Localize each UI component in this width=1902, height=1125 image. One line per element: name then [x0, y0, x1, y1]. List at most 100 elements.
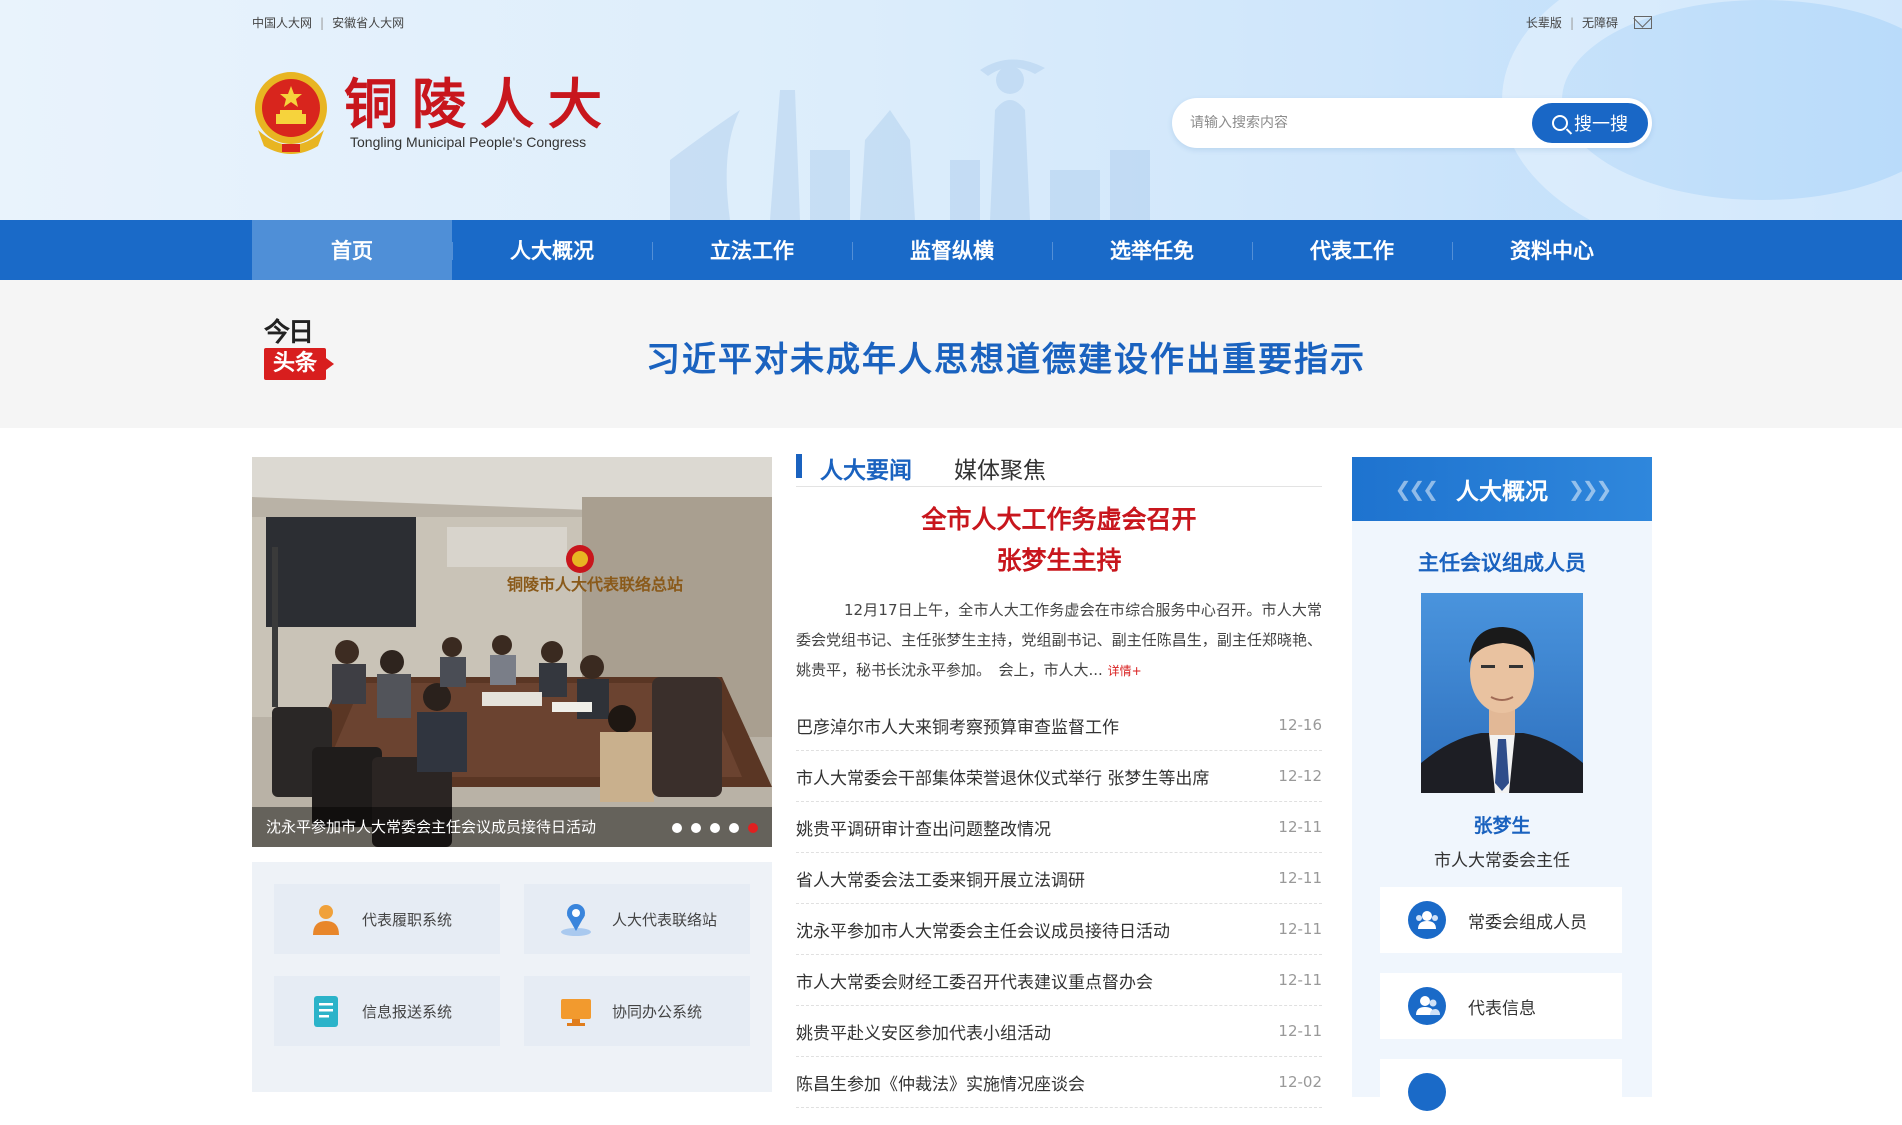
news-item-title: 省人大常委会法工委来铜开展立法调研 — [796, 870, 1085, 891]
news-tabs: 人大要闻 媒体聚焦 — [796, 453, 1322, 487]
news-item-date: 12-11 — [1278, 920, 1322, 938]
header: 中国人大网 | 安徽省人大网 长辈版 | 无障碍 铜陵人大 Tongling M… — [0, 0, 1902, 220]
quick-link-label: 代表履职系统 — [362, 910, 453, 929]
nav-item-supervision[interactable]: 监督纵横 — [852, 220, 1052, 280]
carousel-caption-text: 沈永平参加市人大常委会主任会议成员接待日活动 — [266, 818, 597, 836]
chevrons-right-icon: ❯❯❯ — [1568, 477, 1612, 501]
news-item-title: 市人大常委会财经工委召开代表建议重点督办会 — [796, 972, 1153, 993]
top-links-left: 中国人大网 | 安徽省人大网 — [252, 14, 405, 31]
director-name[interactable]: 张梦生 — [1352, 811, 1652, 838]
news-list-item[interactable]: 姚贵平调研审计查出问题整改情况 12-11 — [796, 802, 1322, 853]
quick-links-panel: 代表履职系统 人大代表联络站 信息报送系统 协同办公系统 — [252, 862, 772, 1092]
link-npc-anhui[interactable]: 安徽省人大网 — [332, 14, 404, 31]
side-panel-title: 人大概况 — [1456, 479, 1548, 505]
feature-summary-text: 12月17日上午，全市人大工作务虚会在市综合服务中心召开。市人大常委会党组书记、… — [796, 601, 1322, 679]
quick-link-info-report-system[interactable]: 信息报送系统 — [274, 976, 500, 1046]
carousel-dot-2[interactable] — [691, 823, 701, 833]
search-bar: 搜一搜 — [1172, 98, 1652, 148]
city-skyline-illustration — [670, 59, 1150, 220]
carousel-dot-5[interactable] — [748, 823, 758, 833]
read-more-link[interactable]: 详情+ — [1108, 664, 1142, 678]
quick-link-label: 协同办公系统 — [612, 1002, 703, 1021]
carousel-dot-1[interactable] — [672, 823, 682, 833]
quick-link-deputy-station[interactable]: 人大代表联络站 — [524, 884, 750, 954]
quick-link-office-system[interactable]: 协同办公系统 — [524, 976, 750, 1046]
nav-item-legislation[interactable]: 立法工作 — [652, 220, 852, 280]
tab-npc-news[interactable]: 人大要闻 — [796, 451, 912, 485]
news-item-date: 12-11 — [1278, 869, 1322, 887]
quick-link-label: 信息报送系统 — [362, 1002, 453, 1021]
news-item-date: 12-16 — [1278, 716, 1322, 734]
accessibility-link[interactable]: 无障碍 — [1582, 14, 1618, 31]
news-list: 巴彦淖尔市人大来铜考察预算审查监督工作 12-16 市人大常委会干部集体荣誉退休仪… — [796, 700, 1322, 1108]
director-title: 市人大常委会主任 — [1434, 851, 1570, 871]
nav-item-deputies[interactable]: 代表工作 — [1252, 220, 1452, 280]
person-icon — [308, 901, 344, 937]
quick-link-deputy-duty-system[interactable]: 代表履职系统 — [274, 884, 500, 954]
news-item-date: 12-11 — [1278, 818, 1322, 836]
headline-link[interactable]: 习近平对未成年人思想道德建设作出重要指示 — [0, 332, 1902, 381]
standing-committee-members-button[interactable]: 常委会组成人员 — [1380, 887, 1622, 953]
news-item-title: 陈昌生参加《仲裁法》实施情况座谈会 — [796, 1074, 1085, 1095]
side-panel-subtitle: 主任会议组成人员 — [1418, 551, 1586, 575]
quick-link-label: 人大代表联络站 — [612, 910, 718, 929]
carousel-sign-text: 铜陵市人大代表联络总站 — [507, 575, 683, 594]
side-button-label: 常委会组成人员 — [1468, 912, 1587, 933]
nav-item-home[interactable]: 首页 — [252, 220, 452, 280]
nav-item-elections[interactable]: 选举任免 — [1052, 220, 1252, 280]
carousel-dot-4[interactable] — [729, 823, 739, 833]
npc-overview-panel: ❮❮❮ 人大概况 ❯❯❯ 主任会议组成人员 张梦生 市人大常委会主任 常委会组成… — [1352, 457, 1652, 1125]
search-button[interactable]: 搜一搜 — [1532, 103, 1648, 143]
chevrons-left-icon: ❮❮❮ — [1394, 477, 1439, 501]
logo-chinese-title: 铜陵人大 — [344, 72, 616, 136]
info-icon — [1408, 1073, 1446, 1111]
group-icon — [1408, 901, 1446, 939]
main-nav: 首页 人大概况 立法工作 监督纵横 选举任免 代表工作 资料中心 — [0, 220, 1902, 280]
news-panel: 人大要闻 媒体聚焦 全市人大工作务虚会召开 张梦生主持 12月17日上午，全市人… — [796, 453, 1322, 1108]
search-button-label: 搜一搜 — [1574, 114, 1628, 135]
nav-item-resources[interactable]: 资料中心 — [1452, 220, 1652, 280]
carousel-dots — [672, 823, 758, 833]
site-logo[interactable]: 铜陵人大 Tongling Municipal People's Congres… — [252, 70, 616, 154]
feature-news-summary: 12月17日上午，全市人大工作务虚会在市综合服务中心召开。市人大常委会党组书记、… — [796, 595, 1322, 686]
news-list-item[interactable]: 市人大常委会财经工委召开代表建议重点督办会 12-11 — [796, 955, 1322, 1006]
news-list-item[interactable]: 姚贵平赴义安区参加代表小组活动 12-11 — [796, 1006, 1322, 1057]
deputy-info-button[interactable]: 代表信息 — [1380, 973, 1622, 1039]
logo-english-title: Tongling Municipal People's Congress — [350, 134, 587, 150]
side-panel-more-button[interactable] — [1380, 1059, 1622, 1125]
news-list-item[interactable]: 市人大常委会干部集体荣誉退休仪式举行 张梦生等出席 12-12 — [796, 751, 1322, 802]
news-item-date: 12-11 — [1278, 971, 1322, 989]
tab-media-focus[interactable]: 媒体聚焦 — [954, 451, 1046, 485]
monitor-icon — [558, 993, 594, 1029]
photo-carousel[interactable]: 铜陵市人大代表联络总站 沈永平参加市人大常委会主任会议成员接待日活动 — [252, 457, 772, 847]
nav-item-overview[interactable]: 人大概况 — [452, 220, 652, 280]
news-list-item[interactable]: 巴彦淖尔市人大来铜考察预算审查监督工作 12-16 — [796, 700, 1322, 751]
news-item-title: 姚贵平赴义安区参加代表小组活动 — [796, 1023, 1051, 1044]
news-item-date: 12-12 — [1278, 767, 1322, 785]
carousel-dot-3[interactable] — [710, 823, 720, 833]
carousel-photo: 铜陵市人大代表联络总站 — [252, 457, 772, 847]
feature-news-title[interactable]: 全市人大工作务虚会召开 张梦生主持 — [796, 499, 1322, 581]
news-item-title: 巴彦淖尔市人大来铜考察预算审查监督工作 — [796, 717, 1119, 738]
mail-icon[interactable] — [1634, 16, 1652, 29]
search-icon — [1552, 115, 1568, 131]
news-item-date: 12-11 — [1278, 1022, 1322, 1040]
side-panel-header[interactable]: ❮❮❮ 人大概况 ❯❯❯ — [1352, 457, 1652, 521]
director-portrait[interactable] — [1421, 593, 1583, 793]
document-icon — [308, 993, 344, 1029]
news-list-item[interactable]: 省人大常委会法工委来铜开展立法调研 12-11 — [796, 853, 1322, 904]
search-input[interactable] — [1172, 115, 1532, 131]
feature-title-line-1: 全市人大工作务虚会召开 — [921, 505, 1197, 534]
top-links-right: 长辈版 | 无障碍 — [1526, 14, 1652, 31]
news-list-item[interactable]: 陈昌生参加《仲裁法》实施情况座谈会 12-02 — [796, 1057, 1322, 1108]
news-item-date: 12-02 — [1278, 1073, 1322, 1091]
news-item-title: 沈永平参加市人大常委会主任会议成员接待日活动 — [796, 921, 1170, 942]
news-list-item[interactable]: 沈永平参加市人大常委会主任会议成员接待日活动 12-11 — [796, 904, 1322, 955]
elderly-version-link[interactable]: 长辈版 — [1526, 14, 1562, 31]
link-npc-china[interactable]: 中国人大网 — [252, 14, 312, 31]
news-item-title: 市人大常委会干部集体荣誉退休仪式举行 张梦生等出席 — [796, 768, 1210, 789]
headline-banner: 今日 头条 习近平对未成年人思想道德建设作出重要指示 — [0, 280, 1902, 428]
news-item-title: 姚贵平调研审计查出问题整改情况 — [796, 819, 1051, 840]
national-emblem-icon — [255, 72, 327, 154]
users-icon — [1408, 987, 1446, 1025]
